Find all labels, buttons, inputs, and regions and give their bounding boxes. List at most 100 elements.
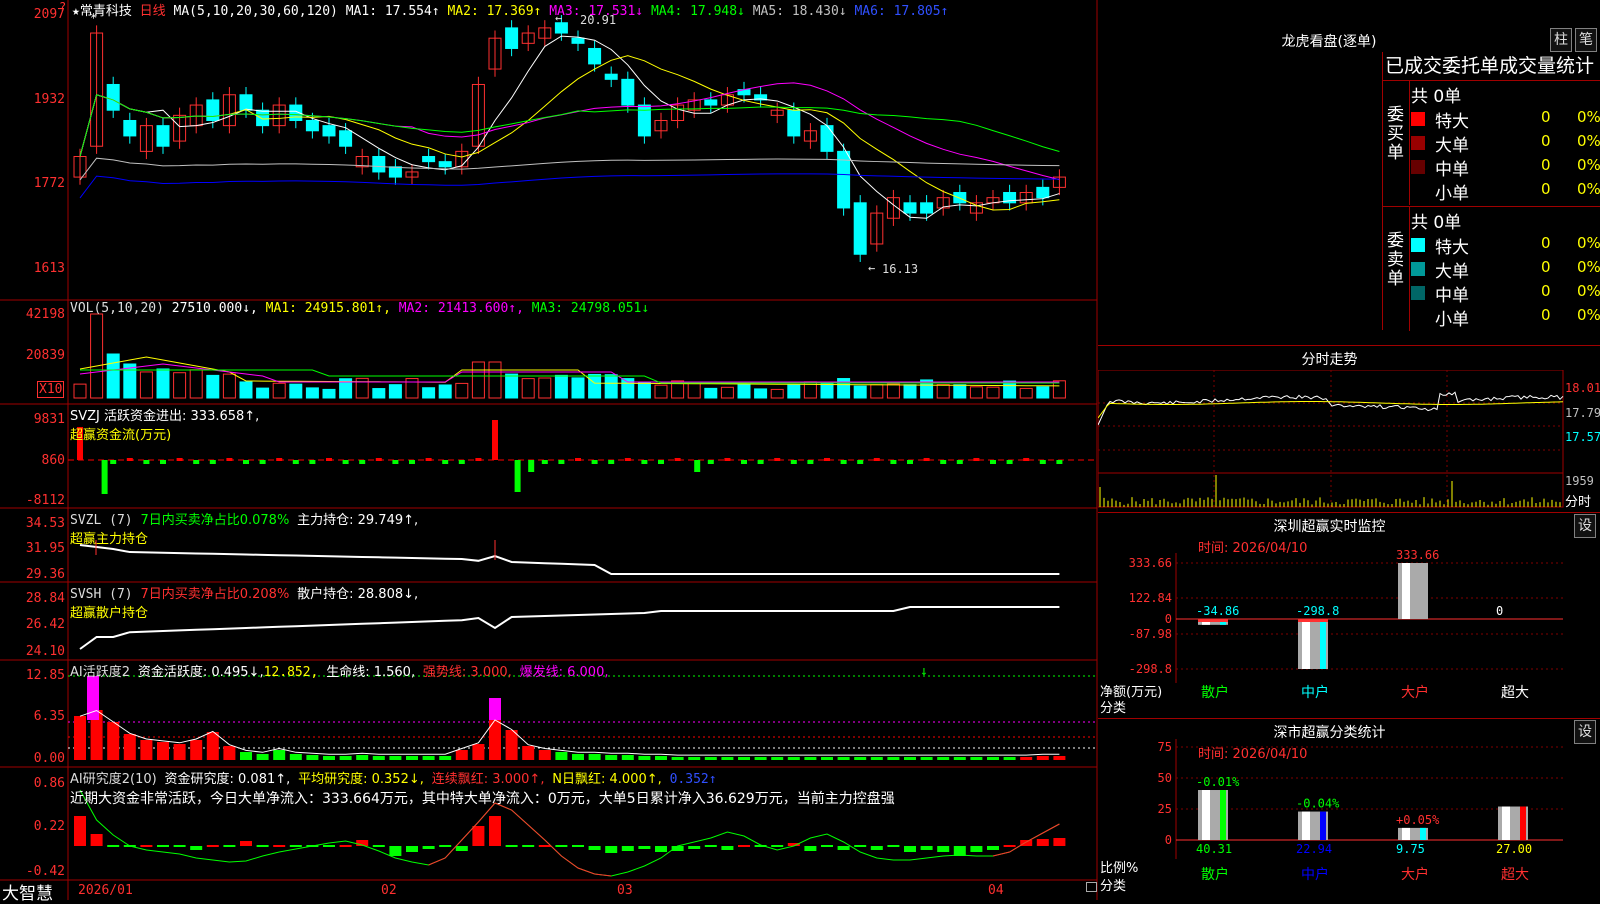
sz-bar-label: 超大 [1501,685,1529,701]
ma1-value: MA1: 17.554↑ [345,4,440,19]
sz-bar-chart[interactable]: 333.66122.840-87.98-298.8-34.86散户-298.8中… [1098,513,1600,718]
sz-tick: -87.98 [1129,627,1172,641]
intraday-svg[interactable] [1098,370,1600,511]
buy-row-name: 大单 [1435,136,1469,156]
cls-bar [1298,811,1328,840]
activity-bar [804,757,817,760]
svzj-bar [1056,460,1063,464]
vol-tick: 42198 [25,307,65,322]
cls-bar-chart[interactable]: 75 50 25 0 -0.01% 40.31 散户 -0.04% 22.94 中户 +0.05% 9… [1098,719,1600,901]
ma4-value: MA4: 17.948↓ [650,4,745,19]
intraday-mode-label[interactable]: 分时 [1565,491,1591,510]
research-bar [107,845,120,847]
dragon-panel: 龙虎看盘(逐单) 柱 笔 已成交委托单成交量统计 委买单 共 0单 特大 0 0% 大… [1098,0,1600,346]
sell-row-name: 中单 [1435,286,1469,306]
activity-bar [406,756,418,760]
bar-mode-button[interactable]: 柱 [1550,28,1572,52]
activity-bar [157,742,169,760]
research-bar [489,816,501,846]
intraday-panel[interactable]: 分时走势 18.01 17.79 17.57 1959 分时 [1098,346,1600,511]
research-bar [937,846,950,852]
svzj-bar [528,460,535,472]
activity-bar [588,754,601,760]
svzj-bar [442,460,449,464]
star-icon[interactable]: ★ [72,4,80,19]
vol-title[interactable]: VOL(5,10,20) [70,301,164,316]
sell-row-value: 0 [1541,234,1551,252]
order-stats-table: 已成交委托单成交量统计 委买单 共 0单 特大 0 0% 大单 0 0% 中单 0 0% 小单 0 0… [1382,52,1600,331]
svzj-bar [425,458,432,461]
activity-bar [837,757,850,760]
ai-research-c: 连续飘红: 3.000↑, [431,772,545,787]
volume-bar [239,381,253,399]
candle-body [787,109,801,137]
sz-bar [1298,619,1328,669]
svzj-bar [907,460,913,464]
low-price-label: 16.13 [882,262,919,276]
legend-swatch [1411,286,1425,300]
volume-bar [505,373,519,399]
research-bar [920,846,933,850]
buy-row: 大单 0 0% [1411,131,1600,156]
volume-bar [222,373,236,399]
cls-bar-edge [1420,827,1426,840]
svzj-bar [176,458,183,461]
period-label[interactable]: 日线 [140,4,166,19]
svzj-subtitle: 超赢资金流(万元) [70,428,172,443]
cls-bar-value: 40.31 [1196,842,1232,856]
activity-bar [389,756,402,760]
research-bar [704,845,717,847]
volume-bar [455,382,469,399]
chart-area[interactable]: ←←* ↓ [0,0,1100,900]
svzj-bar [458,460,465,464]
brand-logo[interactable]: 大智慧 [2,879,53,904]
research-bar [389,846,402,856]
volume-bar [422,387,436,399]
svzj-bar [674,458,681,461]
svzj-title: SVZJ 活跃资金进出: 333.658↑, [70,409,260,424]
research-bar [240,841,252,846]
svsh-tick: 26.42 [25,617,65,632]
lock-icon[interactable] [1086,882,1097,892]
research-bar [870,846,883,850]
buy-rows: 特大 0 0% 大单 0 0% 中单 0 0% 小单 0 0% [1411,107,1600,204]
activity-bar [787,757,800,760]
volume-bar [687,381,701,399]
svzj-bar [558,460,565,464]
svzj-bar [990,460,996,464]
research-bar [206,845,219,847]
svzj-bar [824,458,830,461]
svzj-bar [226,458,233,461]
svzj-bar [575,458,581,461]
ai-activity-b: 12.852, [263,665,319,680]
activity-bar [854,757,867,760]
ai-activity-a: 资金活跃度: 0.495↓, [137,665,264,680]
sell-row: 中单 0 0% [1411,281,1600,306]
svzj-bar [326,458,332,461]
svzj-bar [658,460,664,464]
activity-bar [704,757,717,760]
activity-bar [1053,756,1066,760]
buy-row-name: 中单 [1435,160,1469,180]
sell-label: 委卖单 [1387,231,1404,289]
order-stats-title: 已成交委托单成交量统计 [1383,52,1600,81]
svzj-bar [591,460,598,464]
svzj-bar [624,458,631,461]
volume-bar [953,384,967,399]
activity-bar [173,744,186,760]
activity-bar [771,757,784,760]
svzl-tick: 34.53 [25,516,65,531]
research-bar [90,834,103,846]
sell-row-pct: 0% [1577,234,1600,252]
sell-row-name: 大单 [1435,262,1469,282]
svzj-bar [973,458,980,461]
cls-tick: 75 [1158,740,1172,754]
vol-unit-badge[interactable]: X10 [37,381,65,398]
activity-bar [870,757,883,760]
cls-bar-change: +0.05% [1396,813,1440,827]
tick-mode-button[interactable]: 笔 [1575,28,1597,52]
volume-bar [787,384,801,399]
activity-bar [107,722,120,760]
activity-bar [455,750,468,760]
stock-name[interactable]: 常青科技 [80,4,132,19]
